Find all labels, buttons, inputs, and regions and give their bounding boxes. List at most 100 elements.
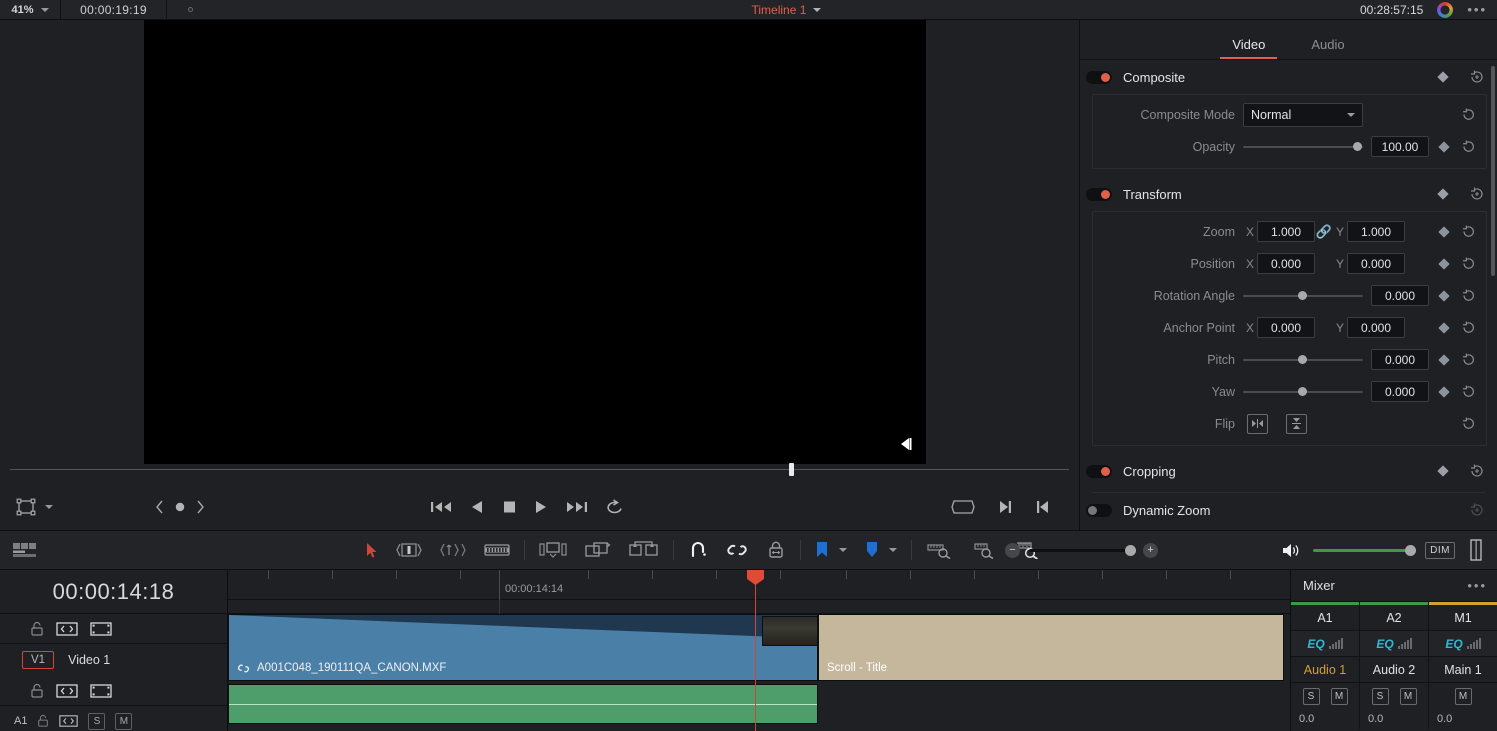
mute-button[interactable]: M (1454, 687, 1472, 705)
lock-icon[interactable] (37, 714, 49, 728)
flag-icon[interactable] (865, 541, 879, 559)
channel-id-a1[interactable]: A1 (1291, 605, 1359, 631)
speaker-icon[interactable] (1281, 542, 1301, 559)
fader-db-m1[interactable]: 0.0 (1429, 709, 1497, 729)
timeline-playhead[interactable] (747, 570, 764, 731)
timeline-clip-video[interactable]: A001C048_190111QA_CANON.MXF (228, 614, 818, 681)
keyframe-icon[interactable] (1437, 188, 1449, 200)
reset-icon[interactable] (1461, 288, 1476, 303)
zoom-in-button[interactable]: + (1143, 542, 1158, 558)
solo-button[interactable]: S (1371, 687, 1389, 705)
channel-track-name-a1[interactable]: Audio 1 (1291, 657, 1359, 683)
keyframe-icon[interactable] (1438, 257, 1450, 270)
reset-all-icon[interactable] (1469, 502, 1485, 518)
linked-selection-icon[interactable] (726, 541, 748, 559)
channel-id-m1[interactable]: M1 (1429, 605, 1497, 631)
viewer-timeline-timecode[interactable]: 00:28:57:15 (1360, 3, 1423, 17)
inspector-scrollbar[interactable] (1491, 66, 1495, 276)
track-row-a1[interactable] (228, 684, 1290, 724)
overwrite-clip-icon[interactable] (585, 541, 611, 559)
reset-icon[interactable] (1461, 107, 1476, 122)
solo-button-a1[interactable]: S (88, 712, 106, 730)
keyframe-icon[interactable] (1438, 321, 1450, 334)
magic-mask-icon[interactable] (1437, 1, 1454, 18)
auto-select-icon[interactable] (56, 621, 78, 637)
timeline-playhead-timecode[interactable]: 00:00:14:18 (0, 570, 227, 614)
chevron-down-icon[interactable] (839, 548, 847, 552)
prev-edit-icon[interactable] (1035, 499, 1051, 515)
selection-mode-icon[interactable] (366, 542, 378, 559)
track-header-a1[interactable]: A1 S M (0, 706, 227, 731)
blade-edit-mode-icon[interactable] (484, 543, 510, 557)
video-visibility-icon[interactable] (90, 621, 112, 637)
next-marker-icon[interactable] (196, 500, 205, 514)
slider-knob[interactable] (1353, 142, 1362, 151)
keyframe-icon[interactable] (1438, 289, 1450, 302)
dynamic-trim-mode-icon[interactable] (440, 542, 466, 558)
reset-all-icon[interactable] (1469, 69, 1485, 85)
flip-horizontal-icon[interactable] (1247, 413, 1268, 434)
tab-audio[interactable]: Audio (1311, 37, 1344, 59)
video-canvas[interactable] (144, 20, 926, 464)
timeline-view-options-button[interactable] (0, 540, 38, 560)
monitor-volume-slider[interactable] (1313, 544, 1417, 556)
fit-screen-icon[interactable] (951, 499, 975, 515)
eq-control-a1[interactable]: EQ (1291, 631, 1359, 657)
play-icon[interactable] (534, 499, 548, 515)
chevron-down-icon[interactable] (889, 548, 897, 552)
timeline-marker-strip[interactable] (228, 600, 1290, 614)
rotation-value[interactable]: 0.000 (1371, 285, 1429, 306)
chevron-down-icon[interactable] (813, 7, 822, 12)
timeline-tracks-area[interactable]: 00:00:14:14 A001C048_190111QA_CANON.MXF (228, 570, 1290, 731)
pitch-value[interactable]: 0.000 (1371, 349, 1429, 370)
detail-zoom-icon[interactable] (970, 541, 996, 559)
mute-button[interactable]: M (1330, 687, 1348, 705)
chevron-down-icon[interactable] (40, 7, 49, 12)
opacity-value[interactable]: 100.00 (1371, 136, 1429, 157)
yaw-value[interactable]: 0.000 (1371, 381, 1429, 402)
jump-to-end-icon[interactable] (566, 499, 588, 515)
zoom-out-button[interactable]: − (1005, 542, 1020, 558)
flip-vertical-icon[interactable] (1286, 413, 1307, 434)
viewer-zoom-control[interactable]: 41% (0, 0, 60, 19)
reset-all-icon[interactable] (1469, 186, 1485, 202)
reset-icon[interactable] (1461, 416, 1476, 431)
transform-enable-toggle[interactable] (1086, 187, 1112, 201)
mute-button[interactable]: M (1399, 687, 1417, 705)
dynamic-zoom-enable-toggle[interactable] (1086, 503, 1112, 517)
next-edit-icon[interactable] (997, 499, 1013, 515)
play-reverse-icon[interactable] (470, 499, 484, 515)
yaw-slider[interactable] (1243, 384, 1363, 400)
track-id-v1[interactable]: V1 (22, 651, 55, 669)
keyframe-icon[interactable] (1438, 385, 1450, 398)
composite-mode-select[interactable]: Normal (1243, 102, 1363, 127)
channel-track-name-a2[interactable]: Audio 2 (1360, 657, 1428, 683)
fader-db-a2[interactable]: 0.0 (1360, 709, 1428, 729)
timeline-name-control[interactable]: Timeline 1 (213, 3, 1360, 17)
track-header-v1[interactable]: V1 Video 1 (0, 644, 227, 676)
track-name-v1[interactable]: Video 1 (68, 653, 110, 667)
channel-id-a2[interactable]: A2 (1360, 605, 1428, 631)
anchor-y-field[interactable]: 0.000 (1347, 317, 1405, 338)
slider-knob[interactable] (1125, 544, 1136, 556)
keyframe-icon[interactable] (1437, 465, 1449, 477)
lock-icon[interactable] (30, 621, 44, 637)
viewer-source-timecode[interactable]: 00:00:19:19 (61, 3, 166, 17)
prev-marker-icon[interactable] (155, 500, 164, 514)
keyframe-icon[interactable] (1438, 140, 1450, 153)
timeline-clip-title[interactable]: Scroll - Title (818, 614, 1284, 681)
marker-icon[interactable] (815, 541, 829, 559)
scrubber-playhead[interactable] (789, 463, 794, 476)
snapping-icon[interactable] (688, 540, 708, 560)
zoom-x-field[interactable]: 1.000 (1257, 221, 1315, 242)
slider-knob[interactable] (1298, 355, 1307, 364)
auto-select-icon[interactable] (56, 683, 78, 699)
lock-track-icon[interactable] (766, 540, 786, 560)
slider-knob[interactable] (1405, 544, 1417, 556)
reset-all-icon[interactable] (1469, 463, 1485, 479)
fader-db-a1[interactable]: 0.0 (1291, 709, 1359, 729)
link-xy-icon[interactable]: 🔗 (1315, 224, 1333, 240)
window-options[interactable]: ••• (1467, 0, 1487, 20)
stop-icon[interactable] (502, 499, 516, 515)
transform-box-icon[interactable] (16, 498, 36, 516)
